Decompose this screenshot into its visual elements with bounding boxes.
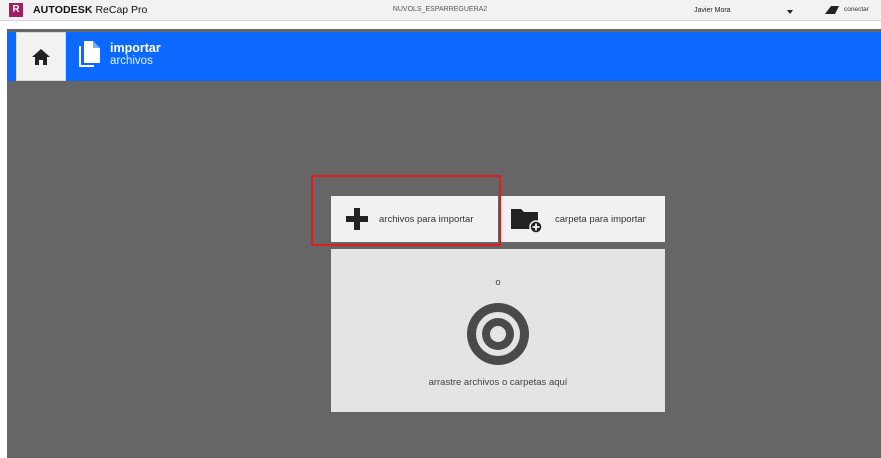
home-button[interactable]: [16, 32, 66, 81]
app-title: AUTODESK ReCap Pro: [33, 4, 147, 16]
recap-logo-icon: R: [9, 3, 23, 17]
import-files-button[interactable]: archivos para importar: [331, 196, 498, 242]
drop-instructions: arrastre archivos o carpetas aquí: [428, 377, 568, 388]
folder-add-icon: [510, 207, 544, 238]
page-title: importar: [110, 41, 161, 55]
title-bar: R AUTODESK ReCap Pro NUVOLS_ESPARREGUERA…: [0, 0, 881, 21]
documents-icon: [78, 40, 102, 73]
home-icon: [32, 48, 50, 65]
project-name: NUVOLS_ESPARREGUERA2: [392, 6, 488, 13]
connect-label: conectar: [844, 6, 869, 13]
import-folder-label: carpeta para importar: [555, 214, 646, 225]
user-name[interactable]: Javier Mora: [694, 7, 764, 14]
caret-down-icon[interactable]: [787, 10, 793, 14]
drop-or-text: o: [495, 277, 501, 288]
drop-zone[interactable]: o arrastre archivos o carpetas aquí: [331, 249, 665, 412]
app-product: ReCap Pro: [95, 4, 148, 16]
import-files-label: archivos para importar: [379, 214, 474, 225]
plus-icon: [345, 207, 369, 236]
autodesk-a-icon: [825, 6, 839, 14]
connect-button[interactable]: conectar: [825, 5, 879, 17]
page-subtitle: archivos: [110, 55, 153, 67]
import-folder-button[interactable]: carpeta para importar: [501, 196, 665, 242]
app-brand: AUTODESK: [33, 4, 93, 16]
target-icon: [464, 300, 532, 373]
